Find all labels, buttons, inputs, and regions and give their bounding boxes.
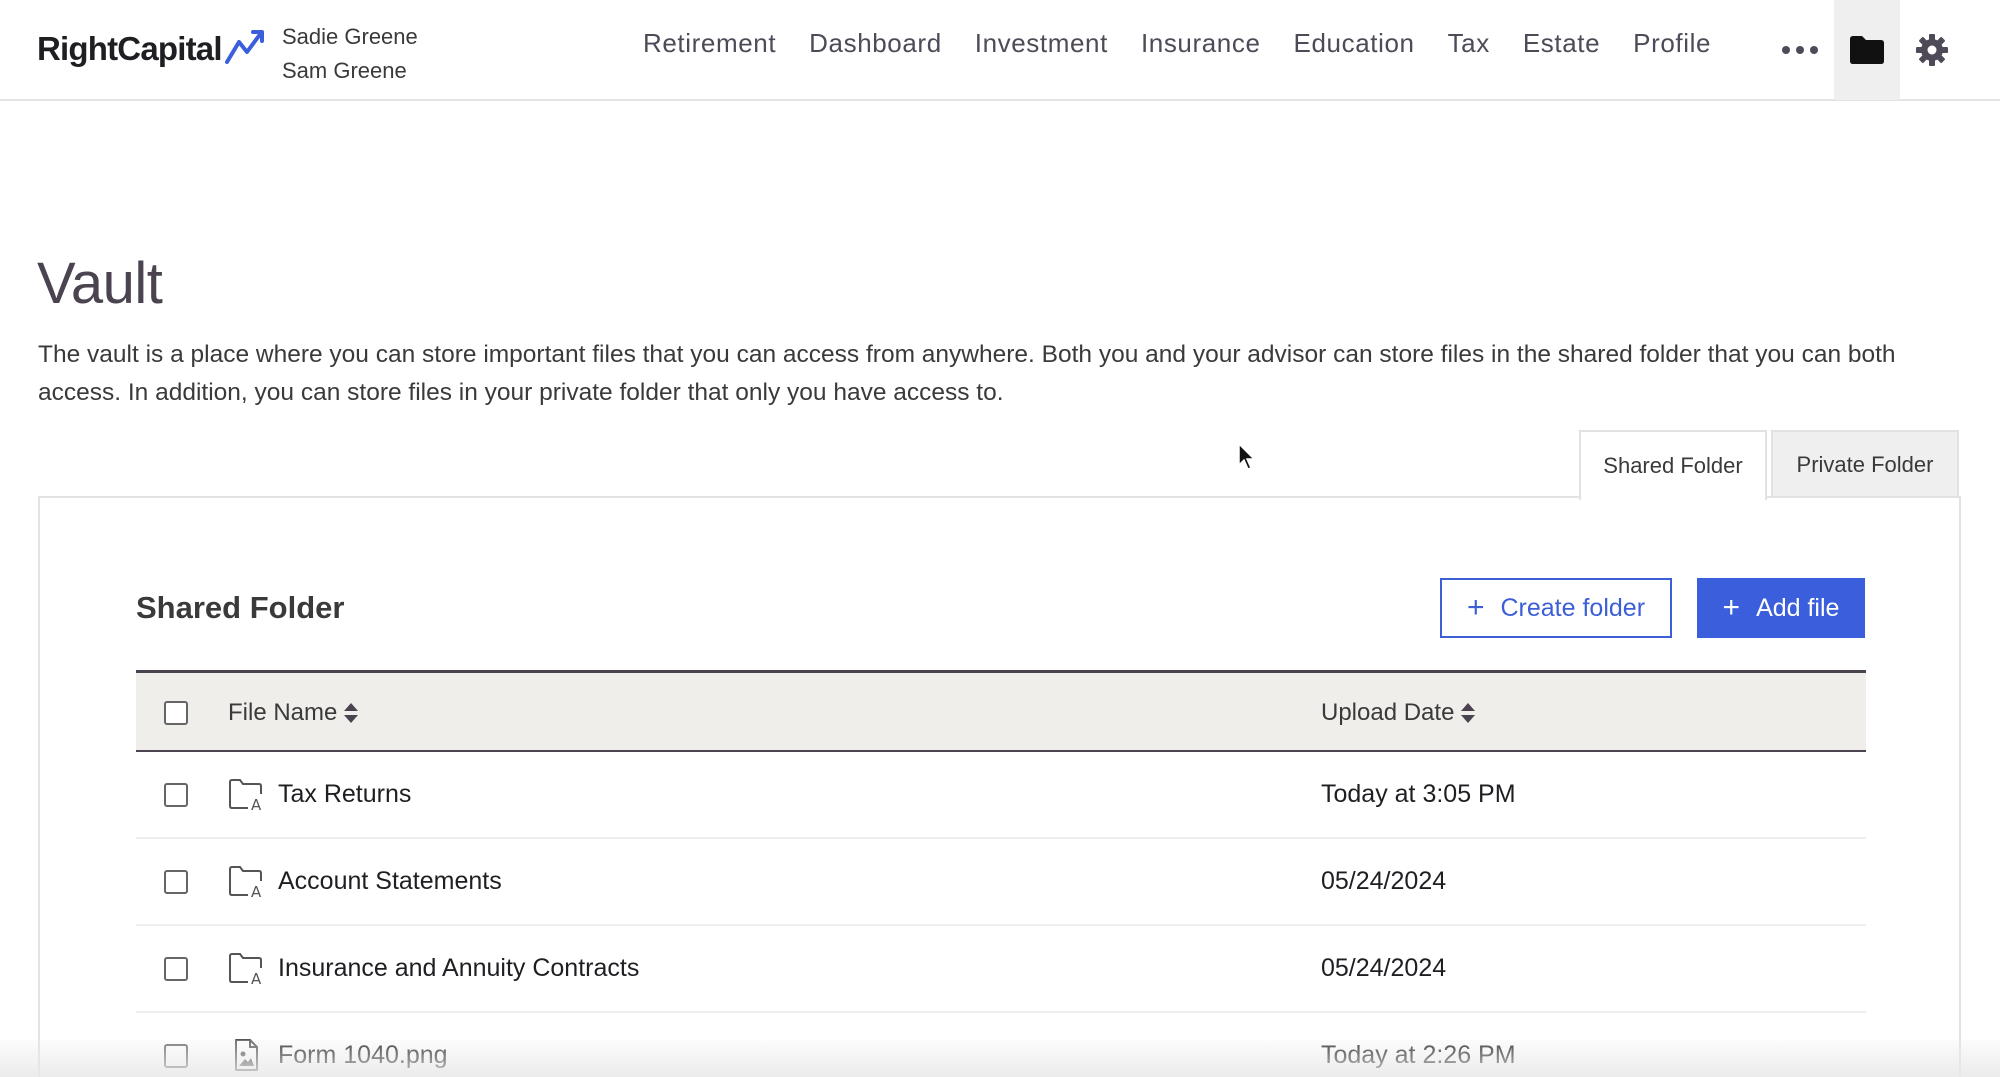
row-checkbox[interactable] [164, 957, 188, 981]
plus-icon: + [1466, 591, 1485, 624]
nav-investment[interactable]: Investment [975, 28, 1108, 59]
shared-folder-panel: Shared Folder + Create folder + Add file… [38, 496, 1961, 1077]
page-description: The vault is a place where you can store… [38, 341, 1896, 406]
sort-icon [1461, 703, 1476, 723]
file-name[interactable]: Insurance and Annuity Contracts [278, 954, 639, 983]
settings-button[interactable] [1910, 28, 1954, 72]
nav-insurance[interactable]: Insurance [1141, 28, 1261, 59]
row-checkbox[interactable] [164, 783, 188, 807]
top-navigation-bar: RightCapital Sadie Greene Sam Greene Ret… [0, 0, 2000, 101]
nav-retirement[interactable]: Retirement [643, 28, 776, 59]
nav-tax[interactable]: Tax [1448, 28, 1490, 59]
gear-icon [1916, 34, 1948, 66]
upload-date: Today at 3:05 PM [1321, 780, 1516, 808]
client-name-primary: Sadie Greene [282, 24, 418, 49]
tab-shared-folder[interactable]: Shared Folder [1579, 430, 1767, 500]
sort-icon [344, 703, 359, 723]
logo-chart-icon [224, 30, 264, 64]
table-row[interactable]: A Tax Returns Today at 3:05 PM [136, 752, 1866, 839]
nav-dashboard[interactable]: Dashboard [809, 28, 942, 59]
svg-text:A: A [251, 883, 262, 899]
rightcapital-logo[interactable]: RightCapital [37, 30, 266, 68]
advisor-folder-icon: A [229, 953, 262, 986]
more-horizontal-icon[interactable] [1782, 36, 1822, 64]
file-name[interactable]: Tax Returns [278, 780, 411, 809]
table-header: File Name Upload Date [136, 670, 1866, 752]
table-row[interactable]: A Account Statements 05/24/2024 [136, 839, 1866, 926]
client-name-secondary: Sam Greene [282, 58, 407, 83]
add-file-button[interactable]: + Add file [1697, 578, 1865, 638]
row-checkbox[interactable] [164, 1044, 188, 1068]
create-folder-label: Create folder [1500, 593, 1646, 622]
add-file-label: Add file [1756, 593, 1840, 622]
client-names: Sadie Greene Sam Greene [282, 20, 418, 88]
create-folder-button[interactable]: + Create folder [1440, 578, 1672, 638]
vault-folder-button[interactable] [1834, 0, 1900, 100]
upload-date: 05/24/2024 [1321, 954, 1447, 982]
column-header-upload-date[interactable]: Upload Date [1321, 699, 1476, 727]
mouse-pointer-icon [1238, 443, 1256, 470]
image-file-icon [235, 1039, 258, 1071]
table-row[interactable]: A Insurance and Annuity Contracts 05/24/… [136, 926, 1866, 1013]
nav-education[interactable]: Education [1294, 28, 1415, 59]
folder-icon [1850, 36, 1884, 64]
page-title: Vault [37, 251, 163, 316]
table-row[interactable]: Form 1040.png Today at 2:26 PM [136, 1013, 1866, 1077]
upload-date: 05/24/2024 [1321, 867, 1447, 895]
nav-profile[interactable]: Profile [1633, 28, 1711, 59]
svg-text:A: A [251, 796, 262, 812]
logo-text: RightCapital [37, 30, 223, 67]
row-checkbox[interactable] [164, 870, 188, 894]
tab-private-folder[interactable]: Private Folder [1771, 430, 1959, 498]
advisor-folder-icon: A [229, 779, 262, 812]
panel-title: Shared Folder [136, 590, 345, 625]
file-name[interactable]: Form 1040.png [278, 1041, 448, 1070]
upload-date: Today at 2:26 PM [1321, 1041, 1516, 1069]
column-header-label: File Name [228, 699, 338, 726]
column-header-file-name[interactable]: File Name [228, 699, 359, 727]
files-table: File Name Upload Date A Tax Returns Toda… [136, 670, 1866, 1077]
select-all-checkbox[interactable] [164, 701, 188, 725]
nav-estate[interactable]: Estate [1523, 28, 1600, 59]
file-name[interactable]: Account Statements [278, 867, 502, 896]
svg-text:A: A [251, 970, 262, 986]
main-nav: Retirement Dashboard Investment Insuranc… [643, 28, 1744, 59]
advisor-folder-icon: A [229, 866, 262, 899]
plus-icon: + [1722, 591, 1741, 624]
column-header-label: Upload Date [1321, 699, 1455, 726]
